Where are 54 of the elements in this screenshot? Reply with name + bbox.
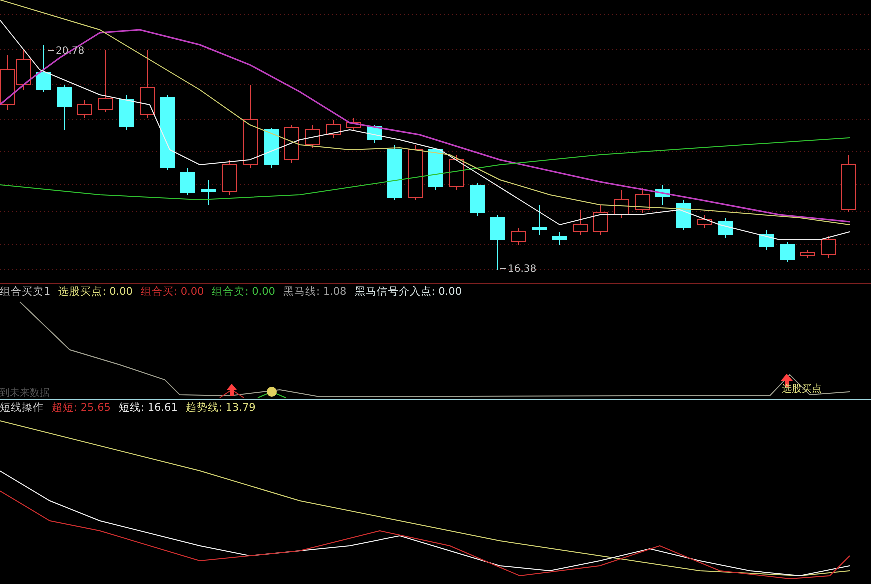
candlestick: [428, 148, 444, 190]
candlestick: [0, 54, 16, 110]
indicator-readout: 短线: 16.61: [118, 401, 178, 416]
candlestick: [36, 44, 52, 92]
candlestick: [120, 94, 134, 130]
candlestick: [552, 232, 568, 246]
indicator-readout: 选股买点: 0.00: [58, 285, 133, 300]
leader-line: [500, 268, 506, 270]
indicator-readout: 黑马信号介入点: 0.00: [354, 285, 462, 300]
candlestick: [98, 50, 114, 112]
candlestick: [656, 184, 670, 206]
candlestick: [202, 180, 216, 206]
candlestick: [842, 154, 856, 212]
signal-line: [220, 389, 244, 398]
indicator-readout: 趋势线: 13.79: [186, 401, 256, 416]
candlestick: [16, 50, 32, 90]
candlestick: [408, 144, 424, 200]
candlestick: [470, 182, 486, 216]
candlestick: [780, 242, 796, 262]
candlestick: [180, 168, 196, 196]
candlestick: [388, 144, 402, 200]
up-arrow-icon: [227, 384, 237, 396]
indicator-title: 短线操作: [0, 401, 44, 416]
indicator-readout: 组合买: 0.00: [140, 285, 204, 300]
candlestick: [78, 100, 92, 118]
candlestick: [58, 84, 72, 130]
candlestick: [450, 154, 464, 190]
indicator-readout: 黑马线: 1.08: [283, 285, 347, 300]
candlestick: [636, 188, 650, 214]
candlestick: [490, 214, 506, 270]
price-label: 16.38: [508, 264, 537, 275]
candlestick: [718, 218, 734, 238]
candlestick: [306, 124, 320, 148]
candlestick: [326, 120, 342, 138]
candlestick: [594, 204, 608, 236]
leader-line: [48, 50, 54, 52]
candlestick: [676, 200, 692, 230]
indicator-title: 组合买卖1: [0, 285, 51, 300]
signal-line: [258, 391, 286, 398]
candlestick: [346, 118, 362, 132]
candlestick: [574, 210, 588, 236]
candlestick: [760, 230, 774, 250]
candlestick: [512, 228, 526, 246]
candlestick: [222, 160, 238, 196]
candlestick: [698, 214, 712, 228]
candlestick: [284, 124, 300, 164]
faded-note: 到未来数据: [0, 388, 50, 399]
candlestick: [614, 190, 630, 218]
candlestick: [264, 128, 280, 168]
candlestick: [822, 236, 836, 258]
indicator-readout: 超短: 25.65: [52, 401, 111, 416]
candlestick: [532, 204, 548, 236]
candlestick: [140, 50, 156, 118]
indicator-readout: 组合卖: 0.00: [212, 285, 276, 300]
